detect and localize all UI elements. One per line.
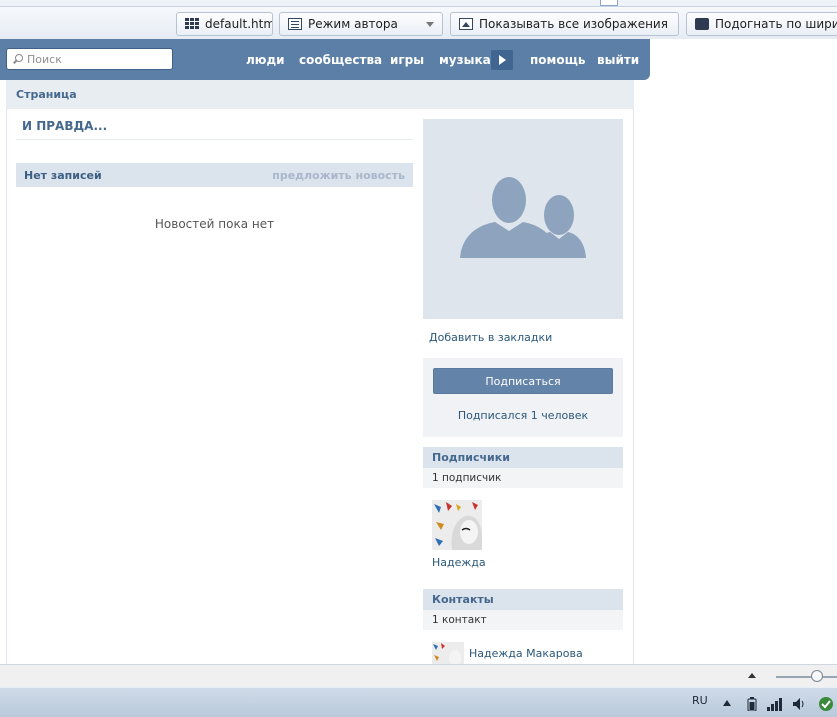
show-images-button[interactable]: Показывать все изображения xyxy=(450,12,679,36)
fit-width-button[interactable]: Подогнать по ширине xyxy=(686,12,837,36)
file-tab-label: default.htm xyxy=(205,17,273,31)
nav-games-link[interactable]: игры xyxy=(390,53,424,67)
network-icon[interactable] xyxy=(767,697,783,711)
divider xyxy=(16,139,413,140)
arrow-up-icon[interactable] xyxy=(748,673,756,678)
image-icon xyxy=(459,18,473,30)
wall-header-label: Нет записей xyxy=(24,169,102,182)
site-header: люди сообщества игры музыка помощь выйти xyxy=(0,39,650,80)
browser-top-strip xyxy=(0,0,837,7)
contacts-header[interactable]: Контакты xyxy=(423,589,623,610)
document-icon xyxy=(288,18,302,30)
tab-edge xyxy=(600,0,618,6)
search-input[interactable] xyxy=(27,52,167,66)
group-placeholder-icon xyxy=(460,177,586,258)
browser-status-bar xyxy=(0,664,837,687)
volume-icon[interactable] xyxy=(792,697,806,711)
language-indicator[interactable]: RU xyxy=(692,694,708,707)
show-hidden-icons-icon[interactable] xyxy=(723,700,731,706)
chevron-down-icon xyxy=(426,21,434,27)
community-avatar xyxy=(423,119,623,319)
nav-communities-link[interactable]: сообщества xyxy=(299,53,382,67)
nav-people-link[interactable]: люди xyxy=(246,53,285,67)
nav-help-link[interactable]: помощь xyxy=(530,53,585,67)
update-shield-icon[interactable] xyxy=(818,696,834,712)
contact-name-link[interactable]: Надежда Макарова xyxy=(469,647,583,660)
nav-communities[interactable]: сообщества xyxy=(299,39,382,80)
windows-taskbar: RU xyxy=(0,687,837,717)
page-breadcrumb: Страница xyxy=(6,80,634,109)
nav-music-link[interactable]: музыка xyxy=(439,53,491,67)
fit-width-label: Подогнать по ширине xyxy=(715,17,837,31)
wall-header: Нет записей предложить новость xyxy=(16,163,413,187)
nav-people[interactable]: люди xyxy=(246,39,285,80)
nav-games[interactable]: игры xyxy=(390,39,424,80)
followers-count[interactable]: 1 подписчик xyxy=(423,468,623,488)
battery-icon[interactable] xyxy=(747,697,757,711)
suggest-news-link[interactable]: предложить новость xyxy=(272,169,405,182)
nav-help[interactable]: помощь xyxy=(530,39,585,80)
contacts-count[interactable]: 1 контакт xyxy=(423,610,623,630)
play-icon[interactable] xyxy=(491,50,513,70)
file-tab-button[interactable]: default.htm xyxy=(176,12,273,36)
author-mode-label: Режим автора xyxy=(308,17,398,31)
followers-header[interactable]: Подписчики xyxy=(423,447,623,468)
search-icon xyxy=(13,54,23,64)
add-bookmark-link[interactable]: Добавить в закладки xyxy=(429,331,552,344)
browser-toolbar: default.htm Режим автора Показывать все … xyxy=(0,7,837,39)
zoom-slider-handle[interactable] xyxy=(811,670,823,682)
grid-icon xyxy=(185,18,199,30)
subscribe-button[interactable]: Подписаться xyxy=(433,368,613,394)
zoom-slider-track[interactable] xyxy=(776,676,837,678)
show-images-label: Показывать все изображения xyxy=(479,17,668,31)
nav-logout-link[interactable]: выйти xyxy=(597,53,639,67)
page-title: И ПРАВДА... xyxy=(22,119,108,133)
nav-music[interactable]: музыка xyxy=(439,39,491,80)
contact-avatar[interactable] xyxy=(432,642,464,665)
follower-avatar[interactable] xyxy=(432,500,482,550)
follower-name-link[interactable]: Надежда xyxy=(432,556,486,569)
nav-logout[interactable]: выйти xyxy=(597,39,639,80)
avatar-photo-icon xyxy=(432,500,482,550)
subscribed-count-link[interactable]: Подписался 1 человек xyxy=(423,409,623,422)
camera-icon xyxy=(695,18,709,30)
author-mode-dropdown[interactable]: Режим автора xyxy=(279,12,443,36)
empty-wall-message: Новостей пока нет xyxy=(154,217,275,231)
avatar-photo-icon xyxy=(432,642,464,665)
search-box[interactable] xyxy=(6,48,173,70)
